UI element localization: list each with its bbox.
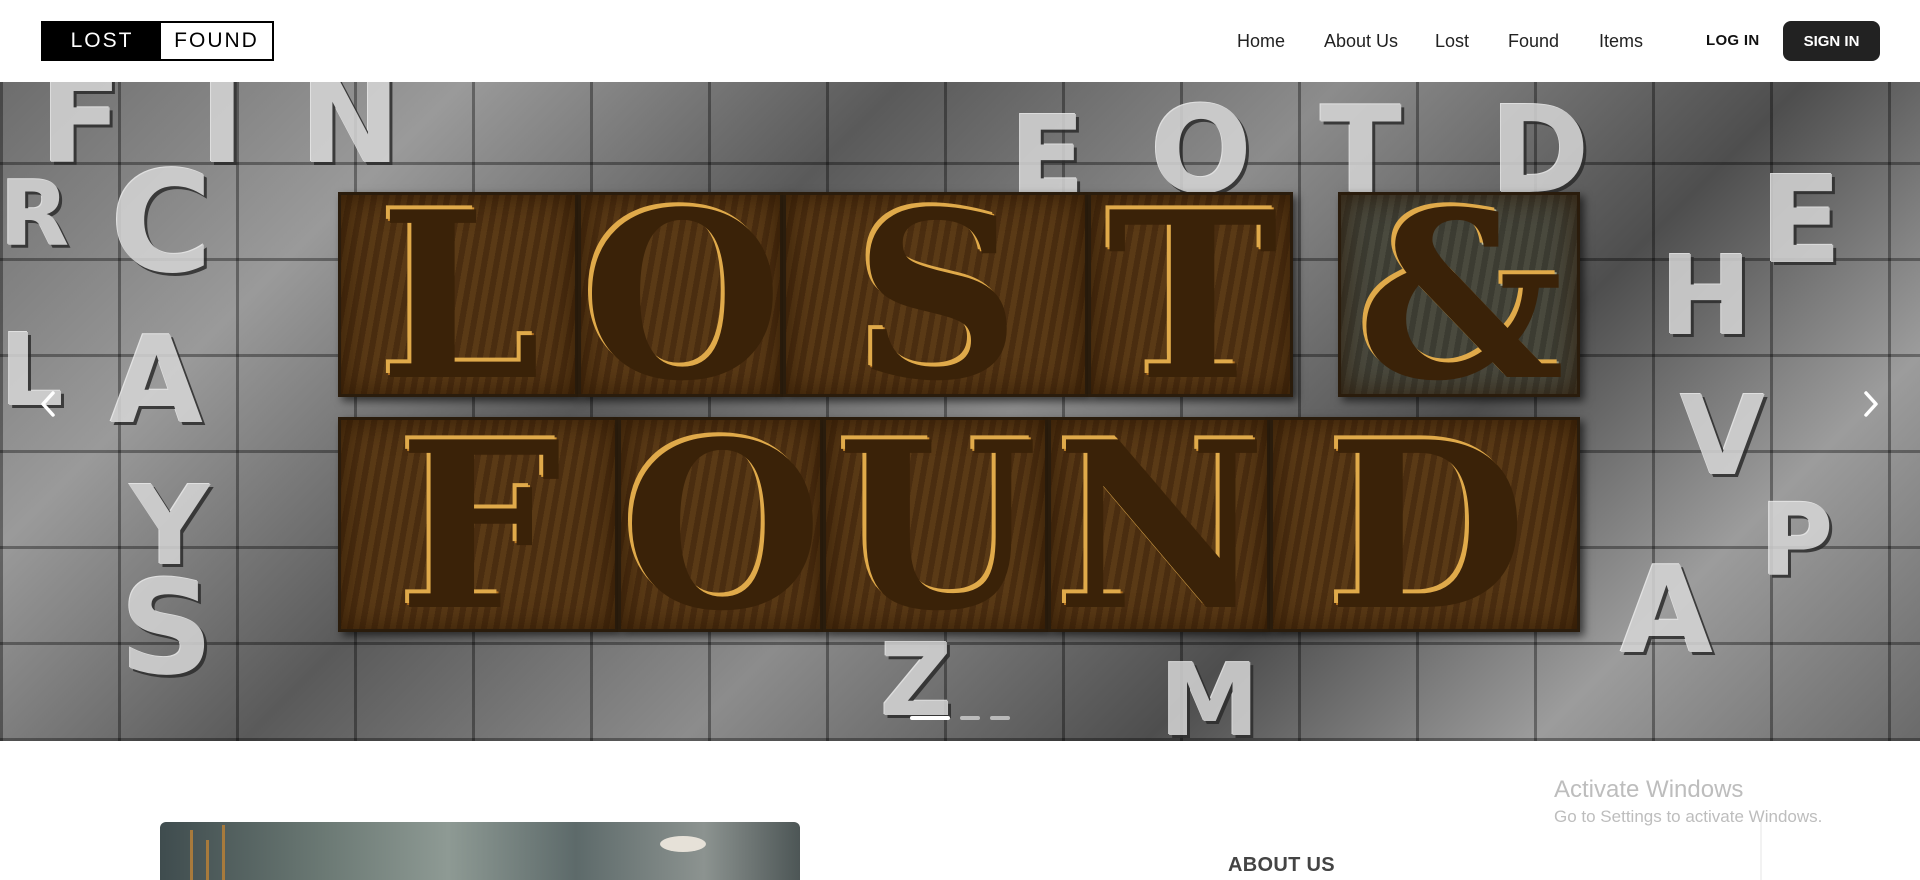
windows-activation-watermark: Activate Windows Go to Settings to activ…	[1554, 776, 1822, 830]
nav-found-link[interactable]: Found	[1508, 26, 1559, 56]
wood-letter: U	[823, 410, 1048, 640]
watermark-title: Activate Windows	[1554, 776, 1744, 803]
carousel-prev-button[interactable]	[28, 384, 68, 424]
wood-letter: F	[338, 410, 618, 640]
bg-letter: C	[110, 142, 213, 305]
image-reed	[190, 830, 193, 880]
bg-letter: P	[1760, 482, 1834, 599]
nav-home-link[interactable]: Home	[1237, 26, 1285, 56]
wood-letter: T	[1088, 180, 1293, 410]
image-reed	[222, 825, 225, 880]
chevron-left-icon	[41, 391, 55, 417]
nav-lost-link[interactable]: Lost	[1435, 26, 1469, 56]
wood-letter: N	[1048, 410, 1270, 640]
lost-and-found-wood-type: L O S T & F O U N D	[338, 180, 1580, 640]
about-image	[160, 822, 800, 880]
nav-about-link[interactable]: About Us	[1324, 26, 1398, 56]
site-header: LOST FOUND Home About Us Lost Found Item…	[0, 0, 1920, 82]
brand-logo[interactable]: LOST FOUND	[41, 21, 274, 61]
signin-button[interactable]: SIGN IN	[1783, 21, 1880, 61]
wood-letter: O	[618, 410, 823, 640]
divider	[1760, 822, 1762, 880]
chevron-right-icon	[1864, 391, 1878, 417]
bg-letter: S	[120, 552, 214, 704]
image-reed	[206, 840, 209, 880]
wood-letter: S	[783, 180, 1088, 410]
bg-letter: R	[0, 162, 70, 267]
wood-letter: D	[1270, 410, 1580, 640]
logo-found-part: FOUND	[161, 23, 272, 59]
carousel-indicator-1[interactable]	[910, 716, 950, 720]
carousel-indicator-2[interactable]	[960, 716, 980, 720]
carousel-next-button[interactable]	[1851, 384, 1891, 424]
nav-items-link[interactable]: Items	[1599, 26, 1643, 56]
carousel-indicator-3[interactable]	[990, 716, 1010, 720]
login-button[interactable]: LOG IN	[1706, 26, 1759, 56]
bg-letter: V	[1680, 372, 1766, 500]
watermark-subtitle: Go to Settings to activate Windows.	[1554, 807, 1823, 826]
bg-letter: H	[1660, 232, 1753, 360]
bg-letter: E	[1760, 152, 1842, 291]
logo-lost-part: LOST	[43, 23, 161, 59]
bg-letter: A	[1620, 542, 1713, 681]
carousel-indicators	[910, 716, 1010, 720]
wood-letter: O	[578, 180, 783, 410]
metal-ampersand: &	[1338, 180, 1580, 410]
image-fish	[660, 836, 706, 852]
bg-letter: A	[110, 312, 203, 451]
hero-carousel: F I N E O T D R C A L Y E H V A P S M Z …	[0, 82, 1920, 741]
wood-letter: L	[338, 180, 578, 410]
about-section-title: ABOUT US	[1228, 854, 1335, 876]
